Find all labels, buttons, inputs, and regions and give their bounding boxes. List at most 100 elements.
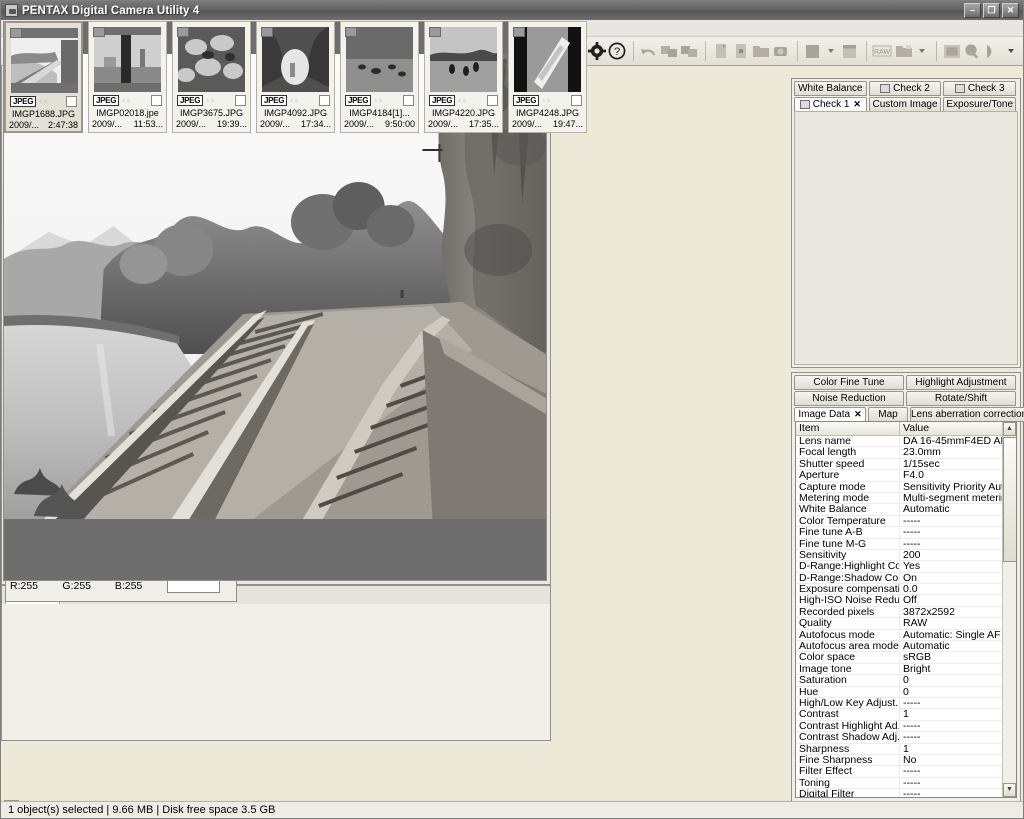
table-row[interactable]: Sharpness 1 [796, 743, 1016, 755]
scroll-down-icon[interactable]: ▼ [1003, 783, 1016, 797]
select-checkbox[interactable] [571, 94, 582, 106]
table-row[interactable]: Contrast Shadow Adj... ----- [796, 732, 1016, 744]
thumbnails-panel: photo ✕ JPEG [1, 21, 1020, 815]
thumbnail-date: 2009/... 9:50:00 [344, 119, 415, 129]
cell-item: Focal length [796, 447, 900, 458]
cell-value: F4.0 [903, 470, 925, 481]
format-badge: JPEG [513, 94, 540, 106]
thumbnail-item[interactable]: JPEG ◦ ▫ IMGP1688.JPG 2009/... 2:47:38 [4, 21, 83, 133]
tab-image-data[interactable]: Image Data ✕ [794, 407, 866, 422]
table-row[interactable]: Saturation 0 [796, 675, 1016, 687]
table-row[interactable]: Color space sRGB [796, 652, 1016, 664]
cell-item: Fine tune M-G [796, 538, 900, 549]
table-row[interactable]: High-ISO Noise Redu... Off [796, 595, 1016, 607]
tab-check-3[interactable]: Check 3 [943, 81, 1017, 96]
tab-white-balance[interactable]: White Balance [794, 81, 867, 96]
maximize-button[interactable]: ❐ [983, 3, 1000, 18]
tab-lens-aberration-correction[interactable]: Lens aberration correction [910, 407, 1024, 422]
thumbnail-date-value: 2009/... [260, 119, 291, 129]
select-checkbox[interactable] [403, 94, 414, 106]
table-row[interactable]: Lens name DA 16-45mmF4ED AL [796, 436, 1016, 448]
table-row[interactable]: Metering mode Multi-segment metering [796, 492, 1016, 505]
select-checkbox[interactable] [319, 94, 330, 106]
table-row[interactable]: Capture modeSensitivity Priority Automa.… [796, 481, 1016, 493]
table-row[interactable]: High/Low Key Adjust... ----- [796, 697, 1016, 710]
close-icon[interactable]: ✕ [853, 99, 861, 110]
camera-icon [5, 4, 18, 17]
thumbnail-item[interactable]: JPEG ◦ ▫ IMGP4184[1]... 2009/... 9:50:00 [340, 21, 419, 133]
table-row[interactable]: Fine Sharpness No [796, 754, 1016, 767]
cell-item: High-ISO Noise Redu... [796, 595, 900, 606]
table-row[interactable]: White Balance Automatic [796, 504, 1016, 516]
thumbnail-item[interactable]: JPEG ◦ ▫ IMGP3675.JPG 2009/... 19:39... [172, 21, 251, 133]
tag-icon[interactable] [513, 27, 525, 37]
close-icon[interactable]: ✕ [854, 409, 862, 420]
table-row[interactable]: Aperture F4.0 [796, 470, 1016, 482]
thumbnail-item[interactable]: JPEG ◦ ▫ IMGP4248.JPG 2009/... 19:47... [508, 21, 587, 133]
cell-item: Metering mode [796, 492, 900, 504]
table-row[interactable]: Digital Filter ----- [796, 789, 1016, 797]
scroll-thumb[interactable] [1003, 437, 1016, 562]
tab-exposure-tone[interactable]: Exposure/Tone [943, 97, 1017, 112]
table-row[interactable]: Quality RAW [796, 618, 1016, 630]
table-row[interactable]: Exposure compensation0.0 [796, 584, 1016, 596]
table-row[interactable]: Fine tune A-B ----- [796, 527, 1016, 539]
table-row[interactable]: Shutter speed 1/15sec [796, 458, 1016, 471]
tab-check-1[interactable]: Check 1 ✕ [794, 97, 867, 112]
table-row[interactable]: D-Range:Highlight Co... Yes [796, 561, 1016, 573]
cell-item: Sharpness [796, 743, 900, 754]
tag-icon[interactable] [345, 27, 357, 37]
table-row[interactable]: Recorded pixels 3872x2592 [796, 606, 1016, 619]
select-checkbox[interactable] [66, 95, 77, 107]
table-row[interactable]: Filter Effect ----- [796, 766, 1016, 778]
tab-map[interactable]: Map [868, 407, 908, 422]
cell-item: Digital Filter [796, 789, 900, 797]
tag-icon[interactable] [261, 27, 273, 37]
table-row[interactable]: Focal length 23.0mm [796, 447, 1016, 459]
select-checkbox[interactable] [151, 94, 162, 106]
image-data-scrollbar[interactable]: ▲ ▼ [1002, 422, 1016, 797]
table-row[interactable]: Sensitivity 200 [796, 549, 1016, 562]
cell-value: ----- [903, 766, 921, 777]
table-row[interactable]: Fine tune M-G ----- [796, 538, 1016, 550]
tab-color-fine-tune[interactable]: Color Fine Tune [794, 375, 904, 390]
thumbnail-item[interactable]: JPEG ◦ ▫ IMGP4220.JPG 2009/... 17:35... [424, 21, 503, 133]
tag-icon[interactable] [93, 27, 105, 37]
cell-item: Recorded pixels [796, 606, 900, 618]
table-row[interactable]: Autofocus area mode Automatic [796, 641, 1016, 653]
column-item: Item [796, 422, 900, 435]
scroll-up-icon[interactable]: ▲ [1003, 422, 1016, 436]
table-row[interactable]: Image tone Bright [796, 663, 1016, 676]
table-row[interactable]: Hue 0 [796, 686, 1016, 698]
table-row[interactable]: Contrast Highlight Ad... ----- [796, 720, 1016, 733]
tab-check-3-label: Check 3 [967, 83, 1005, 94]
table-row[interactable]: Color Temperature ----- [796, 515, 1016, 528]
thumbnail-item[interactable]: JPEG ◦ ▫ IMGP4092.JPG 2009/... 17:34... [256, 21, 335, 133]
select-checkbox[interactable] [487, 94, 498, 106]
image-data-table[interactable]: Item Value Lens name DA 16-45mmF4ED AL Fo… [795, 421, 1017, 798]
thumbnail-date-value: 2009/... [428, 119, 459, 129]
thumbnail-item[interactable]: JPEG ◦ ▫ IMGP02018.jpe 2009/... 11:53... [88, 21, 167, 133]
table-row[interactable]: D-Range:Shadow Co... On [796, 572, 1016, 585]
table-row[interactable]: Autofocus mode Automatic: Single AF [796, 629, 1016, 642]
imgdata-toprow: Color Fine Tune Highlight Adjustment [794, 375, 1018, 390]
table-row[interactable]: Contrast 1 [796, 709, 1016, 721]
check3-icon [954, 84, 965, 93]
thumbnail-meta: JPEG ◦ ▫ [513, 94, 582, 106]
cell-item: Shutter speed [796, 458, 900, 470]
cell-value: 23.0mm [903, 447, 941, 458]
close-button[interactable]: ✕ [1002, 3, 1019, 18]
tab-noise-reduction[interactable]: Noise Reduction [794, 391, 904, 406]
table-row[interactable]: Toning ----- [796, 777, 1016, 790]
tab-rotate-shift[interactable]: Rotate/Shift [906, 391, 1016, 406]
cell-value: ----- [903, 527, 921, 538]
tab-highlight-adjustment[interactable]: Highlight Adjustment [906, 375, 1016, 390]
tag-icon[interactable] [177, 27, 189, 37]
minimize-button[interactable]: – [964, 3, 981, 18]
tab-custom-image[interactable]: Custom Image [868, 97, 942, 112]
tag-icon[interactable] [10, 28, 22, 38]
tag-icon[interactable] [429, 27, 441, 37]
cell-item: Capture mode [796, 481, 900, 492]
tab-check-2[interactable]: Check 2 [868, 81, 942, 96]
select-checkbox[interactable] [235, 94, 246, 106]
